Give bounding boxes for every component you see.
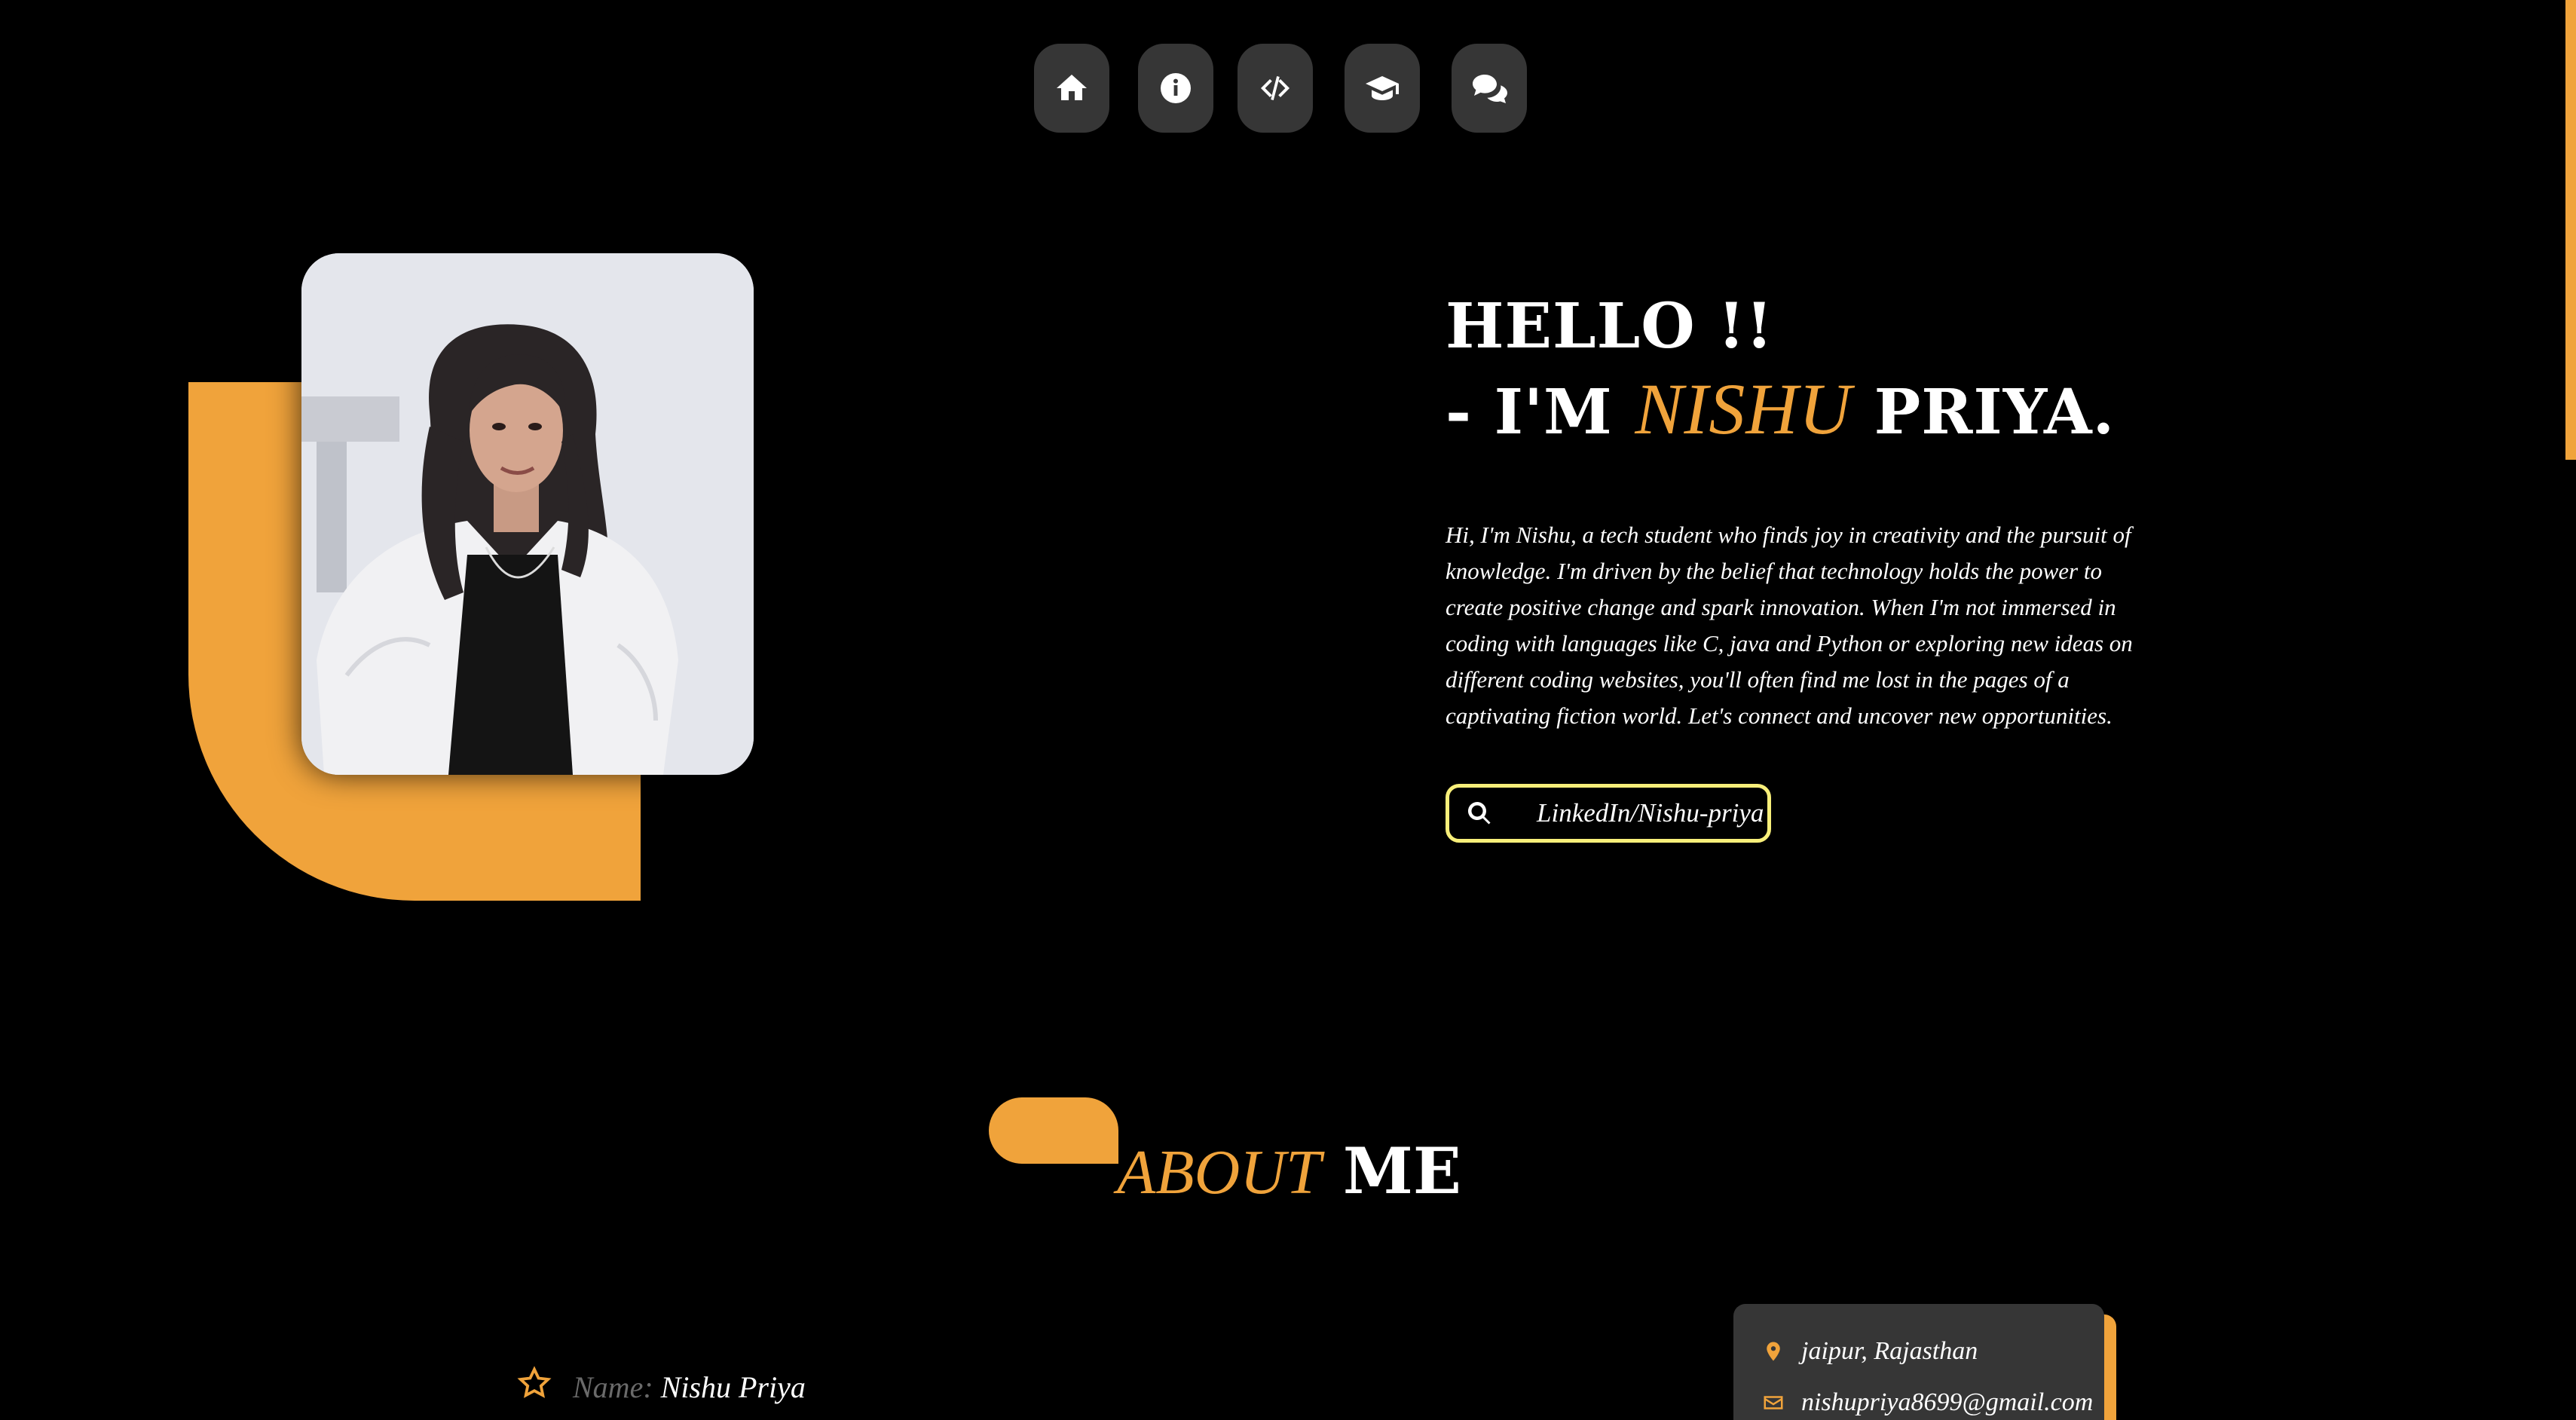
search-icon bbox=[1466, 800, 1493, 827]
location-text: jaipur, Rajasthan bbox=[1801, 1337, 1978, 1365]
map-marker-icon bbox=[1767, 1342, 1780, 1361]
home-icon bbox=[1057, 75, 1087, 100]
nav-about-button[interactable] bbox=[1138, 44, 1213, 133]
linkedin-label: LinkedIn/Nishu-priya bbox=[1537, 798, 1764, 828]
hero-last-name: PRIYA. bbox=[1852, 376, 2116, 448]
nav-education-button[interactable] bbox=[1345, 44, 1420, 133]
star-icon bbox=[517, 1366, 552, 1408]
about-decoration-shape bbox=[989, 1097, 1118, 1164]
about-heading-accent: ABOUT bbox=[1117, 1137, 1321, 1207]
info-icon bbox=[1161, 73, 1191, 103]
nav-home-button[interactable] bbox=[1034, 44, 1109, 133]
hero-first-name: NISHU bbox=[1635, 369, 1852, 449]
hero-greeting: HELLO !! bbox=[1446, 290, 1774, 363]
name-value: Nishu Priya bbox=[660, 1370, 806, 1404]
email-text: nishupriya8699@gmail.com bbox=[1801, 1388, 2094, 1416]
scrollbar-thumb[interactable] bbox=[2565, 0, 2576, 460]
about-name-row: Name: Nishu Priya bbox=[517, 1366, 806, 1408]
nav-projects-button[interactable] bbox=[1238, 44, 1313, 133]
location-line: jaipur, Rajasthan bbox=[1762, 1337, 1978, 1366]
email-line[interactable]: nishupriya8699@gmail.com bbox=[1762, 1388, 2093, 1417]
name-key: Name: bbox=[573, 1370, 653, 1404]
hero-intro-prefix: - I'M bbox=[1446, 376, 1635, 448]
about-heading-rest: ME bbox=[1320, 1134, 1461, 1208]
profile-photo bbox=[301, 253, 754, 775]
portfolio-page: HELLO !! - I'M NISHU PRIYA. Hi, I'm Nish… bbox=[0, 0, 2576, 1420]
graduation-cap-icon bbox=[1366, 76, 1399, 100]
envelope-icon bbox=[1764, 1396, 1783, 1409]
linkedin-button[interactable]: LinkedIn/Nishu-priya bbox=[1446, 784, 1771, 843]
chat-icon bbox=[1473, 75, 1507, 103]
hero-bio: Hi, I'm Nishu, a tech student who finds … bbox=[1446, 522, 2133, 729]
nav-contact-button[interactable] bbox=[1452, 44, 1527, 133]
code-icon bbox=[1261, 76, 1290, 100]
profile-photo-image bbox=[301, 253, 754, 775]
contact-card: jaipur, Rajasthan nishupriya8699@gmail.c… bbox=[1733, 1304, 2104, 1420]
hero-heading: HELLO !! - I'M NISHU PRIYA. bbox=[1446, 285, 2115, 454]
about-heading: ABOUT ME bbox=[1117, 1134, 1461, 1210]
